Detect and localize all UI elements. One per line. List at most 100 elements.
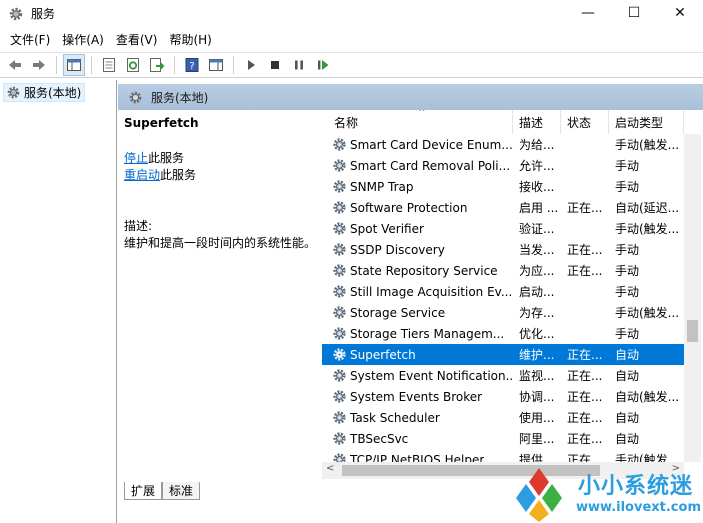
service-row[interactable]: Still Image Acquisition Ev... 启动... 手动 — [322, 281, 684, 302]
vertical-scroll-thumb[interactable] — [687, 320, 698, 342]
tab-extended[interactable]: 扩展 — [124, 482, 163, 500]
service-row[interactable]: TCP/IP NetBIOS Helper 提供... 正在... 手动(触发... — [322, 449, 684, 462]
service-gear-icon — [333, 285, 346, 298]
service-row[interactable]: System Event Notification... 监视... 正在... 自动 — [322, 365, 684, 386]
service-status: 正在... — [567, 432, 603, 446]
restart-service-line: 重启动此服务 — [124, 167, 320, 184]
service-row[interactable]: Storage Tiers Managem... 优化... 手动 — [322, 323, 684, 344]
service-row[interactable]: TBSecSvc 阿里... 正在... 自动 — [322, 428, 684, 449]
service-row[interactable]: Software Protection 启用 ... 正在... 自动(延迟... — [322, 197, 684, 218]
service-rows: Smart Card Device Enum... 为给... 手动(触发... Sm… — [322, 134, 684, 462]
column-header-status[interactable]: 状态 — [561, 110, 609, 134]
main-panel: 服务(本地) Superfetch 停止此服务 重启动此服务 描述: 维护和提高… — [118, 80, 703, 523]
column-header-name[interactable]: ^ 名称 — [322, 110, 513, 134]
sort-ascending-icon: ^ — [418, 110, 426, 118]
refresh-button[interactable] — [122, 54, 144, 76]
service-description: 提供... — [519, 453, 555, 462]
description-text: 维护和提高一段时间内的系统性能。 — [124, 236, 317, 250]
service-status: 正在... — [567, 264, 603, 278]
column-header-startup-type[interactable]: 启动类型 — [609, 110, 684, 134]
service-row[interactable]: Superfetch 维护... 正在... 自动 — [322, 344, 684, 365]
selected-service-title: Superfetch — [124, 116, 199, 130]
toolbar-separator — [233, 56, 234, 74]
service-status: 正在... — [567, 243, 603, 257]
column-header-name-label: 名称 — [334, 115, 359, 130]
service-startup-type: 手动 — [615, 264, 640, 278]
export-list-button[interactable] — [146, 54, 168, 76]
service-gear-icon — [333, 453, 346, 462]
service-description: 当发... — [519, 243, 555, 257]
service-row[interactable]: Spot Verifier 验证... 手动(触发... — [322, 218, 684, 239]
service-gear-icon — [333, 180, 346, 193]
menu-action[interactable]: 操作(A) — [56, 31, 110, 48]
service-row[interactable]: Storage Service 为存... 手动(触发... — [322, 302, 684, 323]
properties-button[interactable] — [98, 54, 120, 76]
service-row[interactable]: SNMP Trap 接收... 手动 — [322, 176, 684, 197]
service-description: 优化... — [519, 327, 555, 341]
back-button[interactable] — [4, 54, 26, 76]
scroll-left-icon[interactable]: < — [326, 463, 334, 474]
restart-service-button[interactable] — [312, 54, 334, 76]
service-name: Smart Card Removal Poli... — [350, 158, 511, 173]
toolbar-separator — [56, 56, 57, 74]
service-name: Task Scheduler — [350, 410, 440, 425]
service-row[interactable]: SSDP Discovery 当发... 正在... 手动 — [322, 239, 684, 260]
menu-help[interactable]: 帮助(H) — [163, 31, 217, 48]
restart-service-link[interactable]: 重启动 — [124, 168, 160, 182]
service-row[interactable]: System Events Broker 协调... 正在... 自动(触发... — [322, 386, 684, 407]
start-service-button[interactable] — [240, 54, 262, 76]
watermark-logo-icon — [516, 468, 562, 522]
panel-header-title: 服务(本地) — [151, 90, 209, 105]
service-startup-type: 手动(触发... — [615, 453, 680, 462]
forward-button[interactable] — [28, 54, 50, 76]
help-button[interactable]: ? — [181, 54, 203, 76]
menu-bar: 文件(F) 操作(A) 查看(V) 帮助(H) — [0, 28, 703, 50]
tree-node-services-local[interactable]: 服务(本地) — [3, 83, 85, 102]
service-name-cell: SNMP Trap — [322, 179, 513, 194]
close-button[interactable]: ✕ — [657, 0, 703, 26]
column-header-description[interactable]: 描述 — [513, 110, 561, 134]
menu-view[interactable]: 查看(V) — [110, 31, 164, 48]
minimize-icon: — — [581, 5, 595, 21]
service-name: State Repository Service — [350, 263, 498, 278]
services-gear-icon — [129, 91, 142, 103]
site-watermark: 小小系统迷 www.ilovext.com — [500, 462, 703, 523]
back-arrow-icon — [9, 60, 21, 70]
service-description: 监视... — [519, 369, 555, 383]
console-tree-icon — [67, 59, 81, 71]
tab-standard[interactable]: 标准 — [162, 482, 201, 500]
maximize-button[interactable]: ☐ — [611, 0, 657, 26]
service-startup-type: 自动 — [615, 348, 640, 362]
show-console-tree-button[interactable] — [63, 54, 85, 76]
service-gear-icon — [333, 327, 346, 340]
pause-service-button[interactable] — [288, 54, 310, 76]
service-row[interactable]: Smart Card Removal Poli... 允许... 手动 — [322, 155, 684, 176]
vertical-scrollbar[interactable] — [684, 134, 701, 462]
service-name: TCP/IP NetBIOS Helper — [350, 452, 485, 463]
service-startup-type: 自动 — [615, 411, 640, 425]
stop-service-line: 停止此服务 — [124, 150, 320, 167]
service-status: 正在... — [567, 390, 603, 404]
service-startup-type: 手动(触发... — [615, 222, 680, 236]
service-description: 启动... — [519, 285, 555, 299]
service-name-cell: System Event Notification... — [322, 368, 513, 383]
service-name-cell: Task Scheduler — [322, 410, 513, 425]
services-list: ^ 名称 描述 状态 启动类型 Smart Card Device Enum..… — [322, 110, 703, 462]
minimize-button[interactable]: — — [565, 0, 611, 26]
service-row[interactable]: State Repository Service 为应... 正在... 手动 — [322, 260, 684, 281]
column-header-row: ^ 名称 描述 状态 启动类型 — [322, 110, 703, 134]
service-row[interactable]: Smart Card Device Enum... 为给... 手动(触发... — [322, 134, 684, 155]
service-gear-icon — [333, 201, 346, 214]
toolbar: ? — [0, 52, 703, 78]
service-name-cell: Software Protection — [322, 200, 513, 215]
service-name-cell: System Events Broker — [322, 389, 513, 404]
service-gear-icon — [333, 264, 346, 277]
service-description: 维护... — [519, 348, 555, 362]
action-pane-button[interactable] — [205, 54, 227, 76]
service-name: Smart Card Device Enum... — [350, 137, 513, 152]
service-description: 为应... — [519, 264, 555, 278]
service-row[interactable]: Task Scheduler 使用... 正在... 自动 — [322, 407, 684, 428]
stop-service-link[interactable]: 停止 — [124, 151, 148, 165]
stop-service-button[interactable] — [264, 54, 286, 76]
menu-file[interactable]: 文件(F) — [4, 31, 56, 48]
